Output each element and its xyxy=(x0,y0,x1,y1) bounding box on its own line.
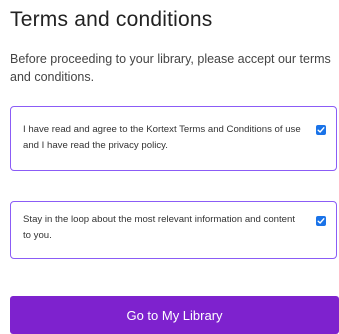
marketing-consent-card[interactable]: Stay in the loop about the most relevant… xyxy=(10,201,337,259)
marketing-consent-checkbox[interactable] xyxy=(316,216,326,226)
terms-consent-label: I have read and agree to the Kortext Ter… xyxy=(23,124,301,151)
terms-consent-checkbox[interactable] xyxy=(316,125,326,135)
go-to-my-library-button[interactable]: Go to My Library xyxy=(10,296,339,334)
terms-page: Terms and conditions Before proceeding t… xyxy=(10,0,339,334)
check-icon xyxy=(317,127,325,133)
page-title: Terms and conditions xyxy=(10,8,213,31)
marketing-consent-label: Stay in the loop about the most relevant… xyxy=(23,214,295,241)
terms-consent-card[interactable]: I have read and agree to the Kortext Ter… xyxy=(10,106,337,171)
check-icon xyxy=(317,218,325,224)
intro-text: Before proceeding to your library, pleas… xyxy=(10,52,331,84)
